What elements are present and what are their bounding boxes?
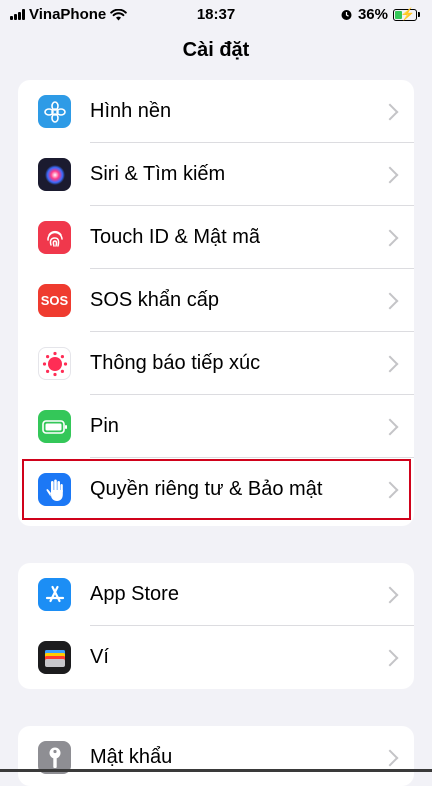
sos-icon: SOS	[38, 284, 71, 317]
privacy-hand-icon	[38, 473, 71, 506]
chevron-right-icon	[381, 229, 399, 246]
settings-group-3: Mật khẩu	[18, 726, 414, 786]
settings-row-label: Thông báo tiếp xúc	[90, 352, 261, 374]
settings-row-battery[interactable]: Pin	[18, 395, 414, 458]
alarm-icon	[341, 10, 352, 20]
settings-row-label: Mật khẩu	[90, 746, 173, 768]
siri-icon	[38, 158, 71, 191]
exposure-notification-icon	[38, 347, 71, 380]
settings-row-label: SOS khẩn cấp	[90, 289, 219, 311]
settings-row-app-store[interactable]: App Store	[18, 563, 414, 626]
settings-group-1: Hình nền Siri & Tìm kiếm Touch ID & Mật …	[18, 80, 414, 526]
fingerprint-icon	[38, 221, 71, 254]
chevron-right-icon	[381, 355, 399, 372]
status-bar: VinaPhone 18:37 36% ⚡	[0, 0, 432, 30]
chevron-right-icon	[381, 586, 399, 603]
settings-row-emergency-sos[interactable]: SOS SOS khẩn cấp	[18, 269, 414, 332]
settings-row-label: App Store	[90, 583, 179, 605]
chevron-right-icon	[381, 418, 399, 435]
chevron-right-icon	[381, 292, 399, 309]
chevron-right-icon	[381, 649, 399, 666]
settings-group-2: App Store Ví	[18, 563, 414, 689]
settings-row-label: Touch ID & Mật mã	[90, 226, 261, 248]
settings-row-label: Hình nền	[90, 100, 172, 122]
chevron-right-icon	[381, 103, 399, 120]
settings-row-label: Siri & Tìm kiếm	[90, 163, 226, 185]
settings-row-exposure-notifications[interactable]: Thông báo tiếp xúc	[18, 332, 414, 395]
battery-percent: 36%	[357, 6, 388, 23]
chevron-right-icon	[381, 749, 399, 766]
page-title: Cài đặt	[182, 39, 250, 61]
settings-row-privacy-security[interactable]: Quyền riêng tư & Bảo mật	[18, 458, 414, 521]
wallpaper-flower-icon	[38, 95, 71, 128]
battery-icon	[38, 410, 71, 443]
settings-row-siri[interactable]: Siri & Tìm kiếm	[18, 143, 414, 206]
settings-row-wallet[interactable]: Ví	[18, 626, 414, 689]
settings-row-touch-id[interactable]: Touch ID & Mật mã	[18, 206, 414, 269]
wallet-icon	[38, 641, 71, 674]
sos-icon-text: SOS	[40, 293, 69, 308]
chevron-right-icon	[381, 166, 399, 183]
app-store-icon	[38, 578, 71, 611]
settings-row-label: Ví	[90, 646, 109, 668]
nav-bar: Cài đặt	[0, 30, 432, 80]
settings-row-wallpaper[interactable]: Hình nền	[18, 80, 414, 143]
battery-tip	[418, 12, 420, 17]
settings-row-label: Quyền riêng tư & Bảo mật	[90, 478, 323, 500]
settings-row-label: Pin	[90, 415, 119, 437]
status-right: 36% ⚡	[340, 6, 420, 23]
battery-charging-icon: ⚡	[393, 7, 417, 21]
settings-row-passwords[interactable]: Mật khẩu	[18, 726, 414, 786]
chevron-right-icon	[381, 481, 399, 498]
